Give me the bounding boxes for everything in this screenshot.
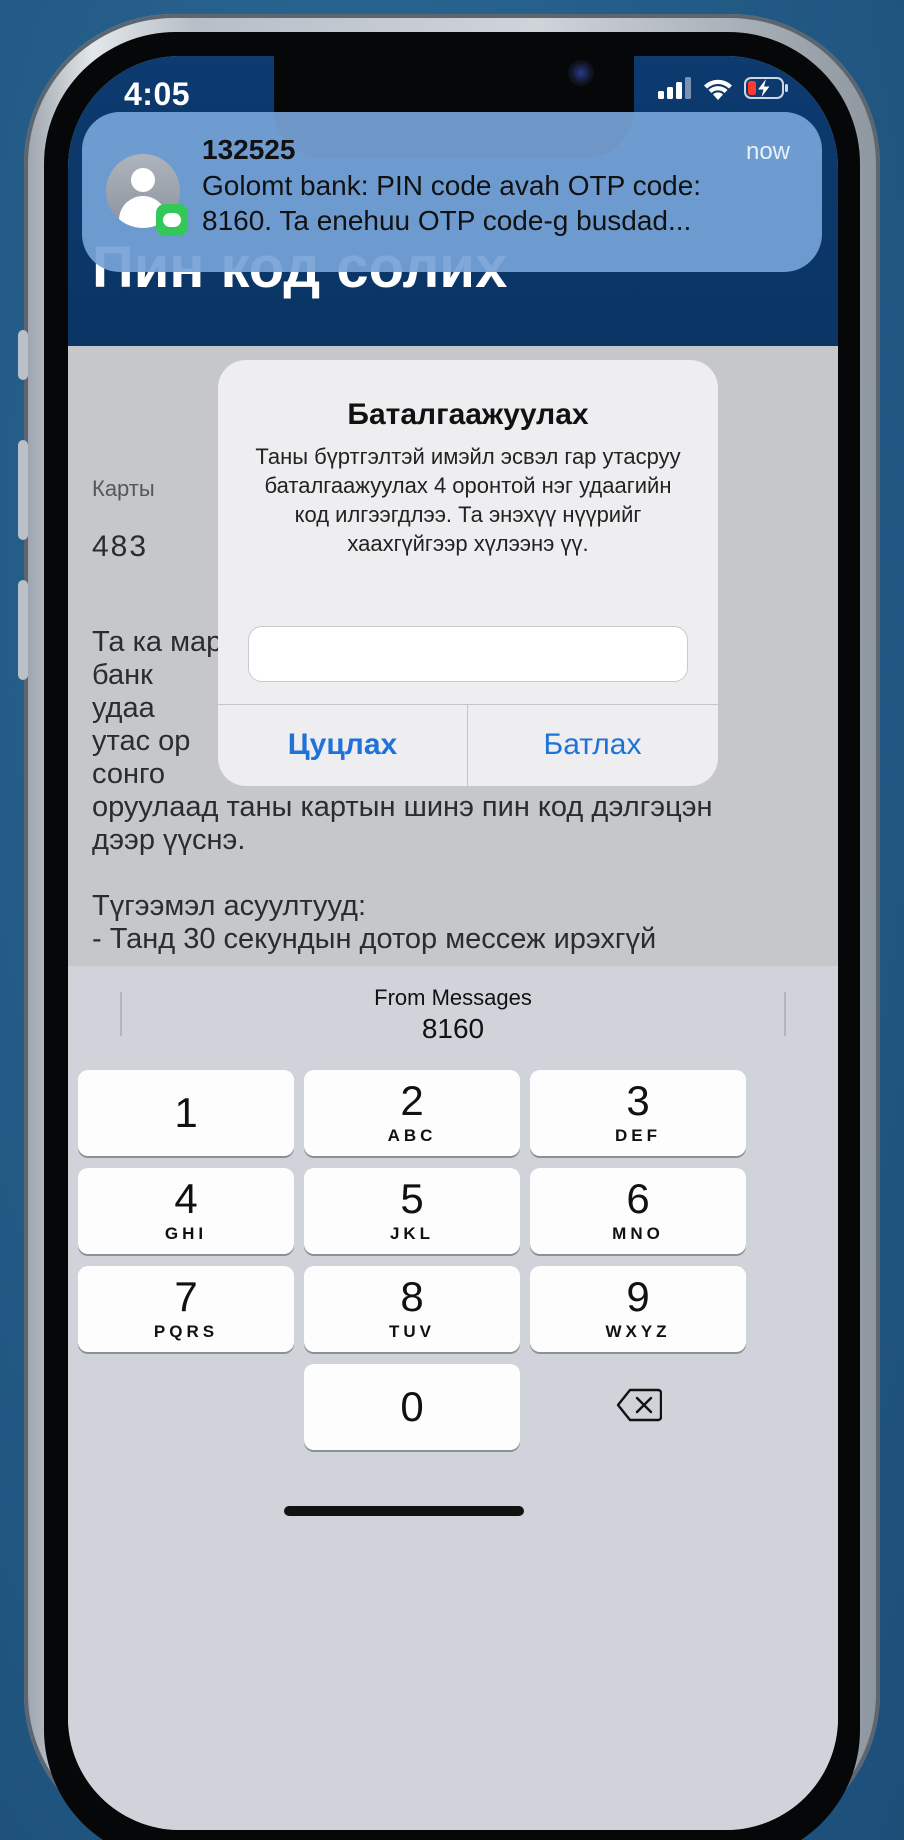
key-8[interactable]: 8 TUV [304,1266,520,1352]
key-digit: 6 [626,1175,650,1222]
key-letters: ABC [387,1126,437,1145]
key-1[interactable]: 1 [78,1070,294,1156]
key-letters: WXYZ [605,1322,671,1341]
signal-icon [658,77,692,99]
key-7[interactable]: 7 PQRS [78,1266,294,1352]
notification-body: Golomt bank: PIN code avah OTP code: 816… [202,170,702,236]
verification-alert: Баталгаажуулах Таны бүртгэлтэй имэйл эсв… [218,360,718,786]
otp-autofill-suggestion[interactable]: From Messages 8160 [268,984,638,1046]
key-letters: GHI [164,1224,208,1243]
key-letters: PQRS [153,1322,219,1341]
silent-switch [18,330,28,380]
otp-code-input[interactable] [248,626,688,682]
suggestion-code: 8160 [421,1013,485,1044]
volume-down-button [18,580,28,680]
autofill-suggestion-bar: From Messages 8160 [68,966,838,1058]
key-2[interactable]: 2 ABC [304,1070,520,1156]
delete-key-icon [616,1388,662,1422]
home-indicator[interactable] [284,1506,524,1516]
cancel-button[interactable]: Цуцлах [218,704,467,786]
instruction-line: Та ка март [92,626,235,658]
notification-time: now [745,138,790,165]
front-camera [568,60,594,86]
numeric-keyboard: From Messages 8160 1 2 ABC 3 DEF 4 GHI 5… [68,966,838,1830]
suggestion-source: From Messages [374,985,532,1010]
faq-heading: Түгээмэл асуултууд: [92,890,366,922]
key-digit: 7 [174,1273,198,1320]
notification-sender: 132525 [202,134,296,165]
key-digit: 3 [626,1077,650,1124]
delete-key[interactable] [530,1364,746,1450]
suggestion-divider [784,992,786,1036]
status-time: 4:05 [124,76,191,112]
battery-charging-icon [744,76,790,100]
key-digit: 1 [174,1089,198,1136]
instruction-line: оруулаад таны картын шинэ пин код дэлгэц… [92,791,713,823]
phone-screen: Пин код солих 4:05 [68,56,838,1830]
key-letters: DEF [615,1126,661,1145]
instruction-line: удаа [92,692,155,724]
key-letters: JKL [389,1224,435,1243]
key-6[interactable]: 6 MNO [530,1168,746,1254]
volume-up-button [18,440,28,540]
instruction-line: банк [92,659,153,691]
faq-item: - Танд 30 секундын дотор мессеж ирэхгүй [92,923,657,955]
key-9[interactable]: 9 WXYZ [530,1266,746,1352]
alert-message: Таны бүртгэлтэй имэйл эсвэл гар утасруу … [255,444,681,556]
key-digit: 0 [400,1383,424,1430]
card-label: Карты [92,476,155,501]
key-3[interactable]: 3 DEF [530,1070,746,1156]
card-number: 483 [92,530,149,563]
sms-notification[interactable]: 132525 now Golomt bank: PIN code avah OT… [82,112,822,272]
instruction-line: сонго [92,758,166,790]
key-4[interactable]: 4 GHI [78,1168,294,1254]
wifi-icon [702,76,734,100]
key-letters: MNO [612,1224,664,1243]
key-digit: 2 [400,1077,424,1124]
key-digit: 9 [626,1273,650,1320]
key-digit: 4 [174,1175,198,1222]
key-letters: TUV [389,1322,435,1341]
key-5[interactable]: 5 JKL [304,1168,520,1254]
instruction-line: дээр үүснэ. [92,824,246,856]
alert-title: Баталгаажуулах [347,398,589,431]
key-0[interactable]: 0 [304,1364,520,1450]
key-digit: 5 [400,1175,424,1222]
confirm-button[interactable]: Батлах [468,704,717,786]
instruction-line: утас ор [92,725,191,757]
status-icons [658,76,790,100]
messages-icon [156,204,188,236]
key-digit: 8 [400,1273,424,1320]
suggestion-divider [120,992,122,1036]
